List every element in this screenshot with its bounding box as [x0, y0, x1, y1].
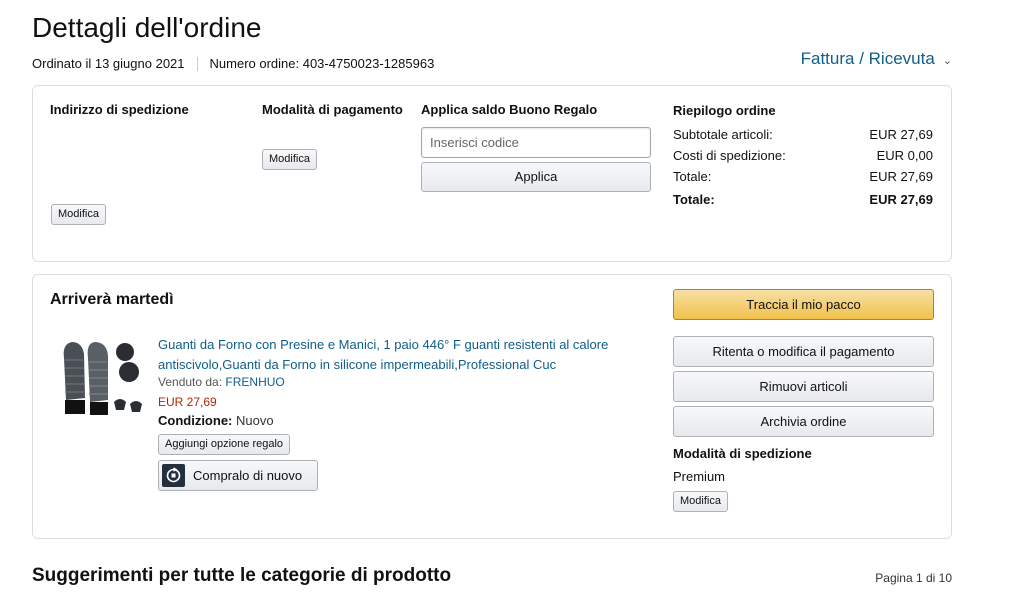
gift-card-title: Applica saldo Buono Regalo [421, 102, 598, 117]
arrival-title: Arriverà martedì [50, 291, 174, 308]
apply-gift-button[interactable]: Applica [421, 162, 651, 192]
track-package-button[interactable]: Traccia il mio pacco [673, 289, 934, 320]
seller-link[interactable]: FRENHUO [225, 375, 284, 389]
buy-again-icon [162, 464, 185, 487]
chevron-down-icon: ⌄ [942, 54, 952, 67]
edit-payment-button[interactable]: Modifica [262, 149, 317, 170]
pagination-indicator: Pagina 1 di 10 [875, 571, 952, 585]
summary-value: EUR 0,00 [876, 148, 933, 163]
order-info-box: Indirizzo di spedizione Modifica Modalit… [32, 85, 952, 262]
invoice-link-label: Fattura / Ricevuta [800, 49, 935, 68]
edit-shipping-button[interactable]: Modifica [673, 491, 728, 512]
page-title: Dettagli dell'ordine [32, 12, 262, 43]
summary-value: EUR 27,69 [869, 127, 933, 142]
retry-payment-button[interactable]: Ritenta o modifica il pagamento [673, 336, 934, 367]
product-title-link[interactable]: Guanti da Forno con Presine e Manici, 1 … [158, 335, 628, 375]
grand-total-value: EUR 27,69 [869, 192, 933, 207]
edit-address-button[interactable]: Modifica [51, 204, 106, 225]
add-gift-option-button[interactable]: Aggiungi opzione regalo [158, 434, 291, 455]
grand-total-label: Totale: [673, 192, 715, 207]
shipping-method-title: Modalità di spedizione [673, 446, 812, 461]
suggestions-title: Suggerimenti per tutte le categorie di p… [32, 565, 452, 586]
divider [196, 56, 198, 71]
order-number: Numero ordine: 403-4750023-1285963 [209, 56, 435, 71]
order-summary: Riepilogo ordine Subtotale articoli: EUR… [673, 102, 933, 210]
summary-label: Totale: [673, 169, 712, 184]
archive-order-button[interactable]: Archivia ordine [673, 406, 934, 437]
summary-label: Costi di spedizione: [673, 148, 786, 163]
summary-label: Subtotale articoli: [673, 127, 773, 142]
sold-by-label: Venduto da: [158, 375, 223, 389]
condition-value: Nuovo [236, 413, 274, 428]
shipping-address-title: Indirizzo di spedizione [50, 102, 189, 117]
buy-again-button[interactable]: Compralo di nuovo [158, 460, 318, 491]
summary-grand-total: Totale: EUR 27,69 [673, 189, 933, 210]
gift-code-input[interactable] [421, 127, 651, 158]
buy-again-label: Compralo di nuovo [193, 468, 303, 483]
product-image[interactable] [58, 340, 144, 422]
order-date: Ordinato il 13 giugno 2021 [32, 56, 185, 71]
summary-row: Totale: EUR 27,69 [673, 166, 933, 187]
condition-label: Condizione: [158, 413, 233, 428]
summary-row: Costi di spedizione: EUR 0,00 [673, 145, 933, 166]
shipping-method-value: Premium [673, 469, 726, 484]
invoice-dropdown[interactable]: Fattura / Ricevuta ⌄ [801, 49, 952, 69]
shipment-box: Arriverà martedì Guanti da Forno con Pre… [32, 274, 952, 539]
product-condition: Condizione: Nuovo [158, 413, 274, 428]
payment-method-title: Modalità di pagamento [262, 102, 403, 117]
remove-items-button[interactable]: Rimuovi articoli [673, 371, 934, 402]
product-price: EUR 27,69 [158, 395, 217, 409]
order-meta: Ordinato il 13 giugno 2021 Numero ordine… [32, 56, 434, 71]
summary-value: EUR 27,69 [869, 169, 933, 184]
summary-title: Riepilogo ordine [673, 103, 776, 118]
summary-row: Subtotale articoli: EUR 27,69 [673, 124, 933, 145]
seller-line: Venduto da: FRENHUO [158, 375, 285, 389]
